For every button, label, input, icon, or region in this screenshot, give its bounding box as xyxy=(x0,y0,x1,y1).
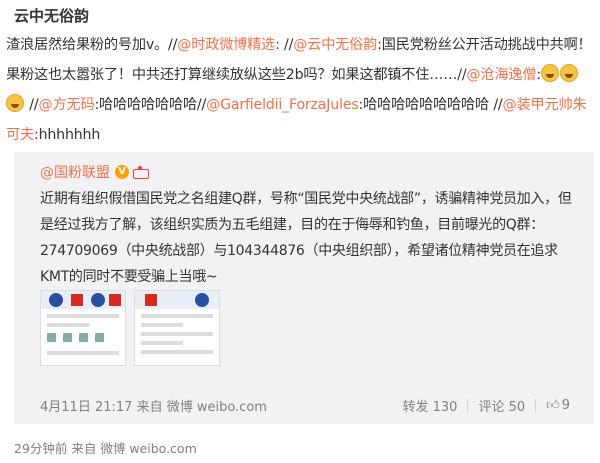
repost-actions: 转发 130 评论 50 👍︎ 9 xyxy=(392,396,580,415)
repost-username[interactable]: @国粉联盟 xyxy=(40,162,110,182)
mention-link[interactable]: @云中无俗韵 xyxy=(293,37,377,53)
post-text-segment: :哈哈哈哈哈哈哈// xyxy=(94,97,207,113)
mention-link[interactable]: @方无码 xyxy=(38,97,94,113)
repost-time[interactable]: 4月11日 21:17 xyxy=(40,400,132,415)
repost-count-button[interactable]: 转发 130 xyxy=(392,396,467,415)
member-crown-icon xyxy=(132,166,149,179)
like-count: 9 xyxy=(561,398,570,413)
post-author[interactable]: 云中无俗韵 xyxy=(14,5,89,26)
post-text-segment: // xyxy=(25,97,39,113)
repost-image-1[interactable] xyxy=(40,290,126,366)
repost-card: @国粉联盟 V 近期有组织假借国民党之名组建Q群，号称“国民党中央统战部”，诱骗… xyxy=(14,152,594,424)
post-text: 渣浪居然给果粉的号加v。//@时政微博精选: //@云中无俗韵:国民党粉丝公开活… xyxy=(6,30,594,150)
post-footer: 29分钟前 来自 微博 weibo.com xyxy=(14,438,197,457)
post-text-segment: 渣浪居然给果粉的号加v。// xyxy=(6,37,178,53)
repost-text: 近期有组织假借国民党之名组建Q群，号称“国民党中央统战部”，诱骗精神党员加入，但… xyxy=(40,191,572,285)
mention-link[interactable]: @时政微博精选 xyxy=(177,37,275,53)
repost-image-2[interactable] xyxy=(134,290,220,366)
repost-meta: 4月11日 21:17 来自 微博 weibo.com xyxy=(40,396,267,415)
post-source: 来自 微博 weibo.com xyxy=(71,441,197,456)
post-text-segment: : // xyxy=(275,37,294,53)
post-text-segment: :hhhhhhh xyxy=(33,127,101,143)
post-time[interactable]: 29分钟前 xyxy=(14,441,67,456)
repost-source: 来自 微博 weibo.com xyxy=(136,400,267,415)
verified-badge-icon: V xyxy=(115,165,129,179)
mention-link[interactable]: @Garfieldii_ForzaJules xyxy=(206,97,359,113)
repost-user[interactable]: @国粉联盟 V xyxy=(40,162,149,182)
thumbs-up-icon: 👍︎ xyxy=(546,398,560,413)
like-button[interactable]: 👍︎ 9 xyxy=(536,398,580,413)
mention-link[interactable]: @沧海逸僧 xyxy=(466,67,536,83)
post-text-segment: :哈哈哈哈哈哈哈哈哈 // xyxy=(358,97,503,113)
comment-count-button[interactable]: 评论 50 xyxy=(468,396,535,415)
